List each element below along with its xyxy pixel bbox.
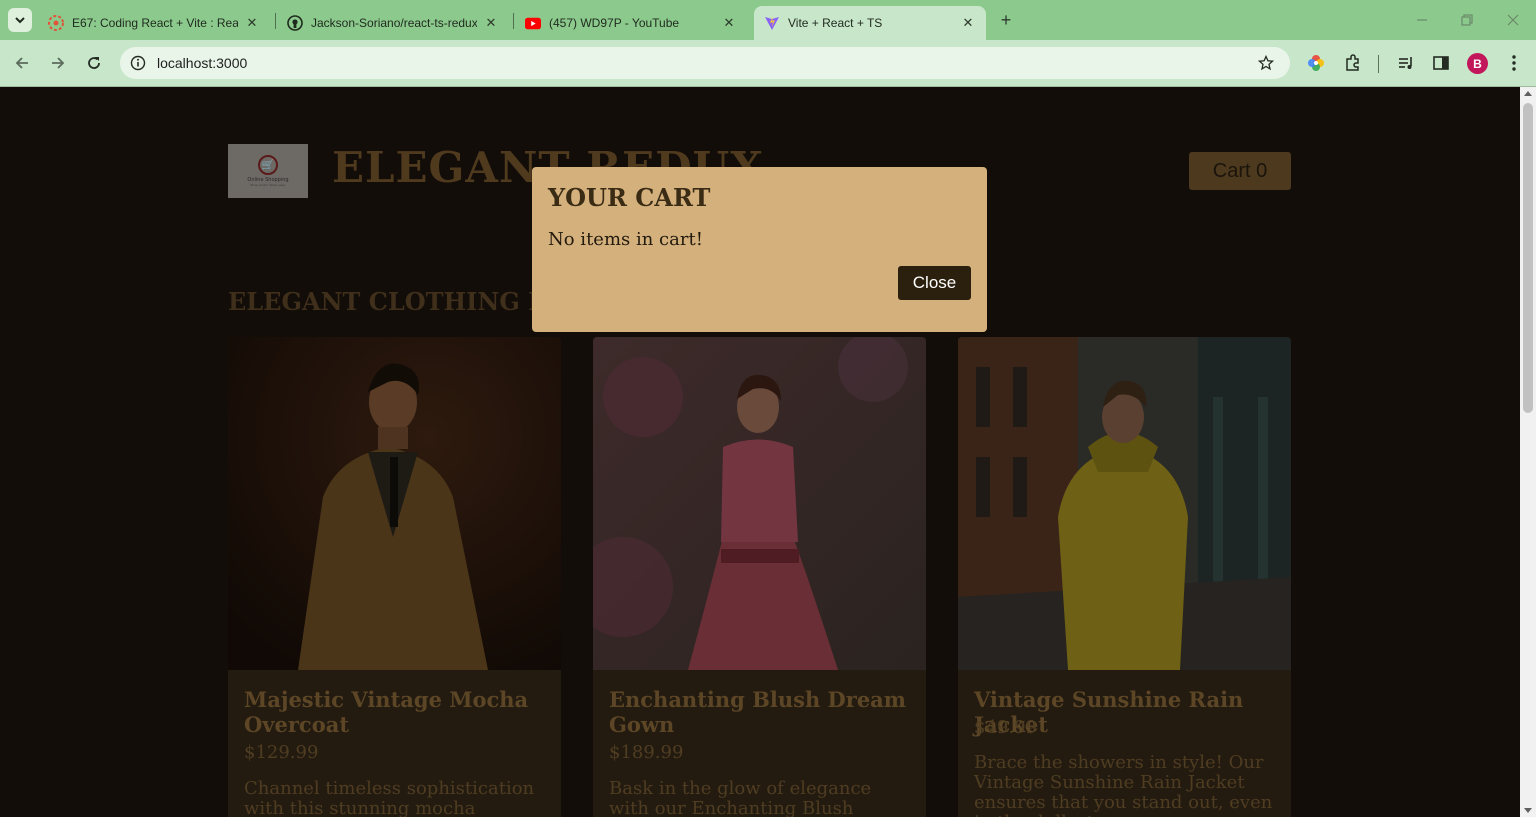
address-bar[interactable]: localhost:3000	[120, 47, 1290, 79]
reload-icon	[88, 57, 100, 69]
color-extension-icon[interactable]	[1305, 52, 1327, 74]
minimize-icon[interactable]	[1410, 8, 1434, 32]
browser-tab-strip: E67: Coding React + Vite : Reac ✕ Jackso…	[0, 0, 1536, 40]
profile-avatar[interactable]: B	[1467, 53, 1488, 74]
tab-divider	[513, 13, 514, 29]
scroll-up-arrow-icon[interactable]	[1524, 91, 1532, 96]
product-description: Bask in the glow of elegance with our En…	[609, 778, 872, 817]
github-icon	[287, 15, 303, 31]
tab-title: E67: Coding React + Vite : Reac	[72, 16, 238, 30]
modal-title: YOUR CART	[548, 183, 711, 212]
page-scrollbar[interactable]	[1520, 87, 1536, 817]
product-card[interactable]: Vintage Sunshine Rain Jacket $49.99 Brac…	[958, 337, 1291, 817]
browser-toolbar: localhost:3000 B	[0, 40, 1536, 87]
cart-modal: YOUR CART No items in cart! Close	[532, 167, 987, 332]
close-tab-icon[interactable]: ✕	[244, 15, 260, 31]
toolbar-divider	[1378, 55, 1379, 73]
tab-divider	[275, 13, 276, 29]
url-text[interactable]: localhost:3000	[157, 55, 247, 71]
new-tab-button[interactable]: +	[996, 10, 1016, 30]
close-tab-icon[interactable]: ✕	[483, 15, 499, 31]
arrow-left-icon	[15, 57, 28, 69]
tab-search-button[interactable]	[8, 8, 32, 32]
product-description: Channel timeless sophistication with thi…	[244, 778, 535, 817]
back-button[interactable]	[9, 50, 35, 76]
browser-menu-icon[interactable]	[1503, 52, 1525, 74]
chevron-down-icon	[15, 17, 25, 24]
close-tab-icon[interactable]: ✕	[721, 15, 737, 31]
restore-icon[interactable]	[1455, 8, 1479, 32]
product-card[interactable]: Majestic Vintage Mocha Overcoat $129.99 …	[228, 337, 561, 817]
tab-title: (457) WD97P - YouTube	[549, 16, 680, 30]
product-image[interactable]	[958, 337, 1291, 670]
empty-cart-message: No items in cart!	[548, 229, 703, 250]
close-tab-icon[interactable]: ✕	[960, 15, 976, 31]
product-image[interactable]	[593, 337, 926, 670]
browser-tab[interactable]: E67: Coding React + Vite : Reac ✕	[38, 6, 270, 40]
extensions-puzzle-icon[interactable]	[1342, 52, 1364, 74]
product-name: Majestic Vintage Mocha Overcoat	[244, 687, 529, 737]
side-panel-icon[interactable]	[1430, 52, 1452, 74]
scroll-thumb[interactable]	[1523, 103, 1533, 413]
bookmark-star-icon[interactable]	[1256, 53, 1276, 73]
forward-button[interactable]	[45, 50, 71, 76]
site-info-icon[interactable]	[128, 53, 148, 73]
product-image[interactable]	[228, 337, 561, 670]
browser-tab[interactable]: Jackson-Soriano/react-ts-redux ✕	[277, 6, 509, 40]
close-button[interactable]: Close	[898, 266, 971, 300]
reload-button[interactable]	[81, 50, 107, 76]
arrow-right-icon	[52, 57, 65, 69]
product-price: $49.99	[974, 717, 1037, 738]
product-name: Enchanting Blush Dream Gown	[609, 687, 907, 737]
scroll-down-arrow-icon[interactable]	[1524, 808, 1532, 813]
tab-title: Jackson-Soriano/react-ts-redux	[311, 16, 477, 30]
close-window-icon[interactable]	[1501, 8, 1525, 32]
tab-title: Vite + React + TS	[788, 16, 883, 30]
media-control-icon[interactable]	[1395, 52, 1417, 74]
page-viewport: 🛒 Online Shopping Shop smart. Shop easy.…	[0, 87, 1520, 817]
browser-tab[interactable]: (457) WD97P - YouTube ✕	[515, 6, 747, 40]
site-logo[interactable]: 🛒 Online Shopping Shop smart. Shop easy.	[228, 144, 308, 198]
product-description: Brace the showers in style! Our Vintage …	[974, 752, 1273, 817]
vite-icon	[764, 15, 780, 31]
product-price: $129.99	[244, 742, 319, 763]
product-price: $189.99	[609, 742, 684, 763]
shopping-cart-icon: 🛒	[258, 155, 278, 175]
udemy-icon	[48, 15, 64, 31]
cart-button[interactable]: Cart 0	[1189, 152, 1291, 190]
browser-tab-active[interactable]: Vite + React + TS ✕	[754, 6, 986, 40]
product-card[interactable]: Enchanting Blush Dream Gown $189.99 Bask…	[593, 337, 926, 817]
youtube-icon	[525, 15, 541, 31]
logo-subtext: Shop smart. Shop easy.	[250, 183, 286, 187]
